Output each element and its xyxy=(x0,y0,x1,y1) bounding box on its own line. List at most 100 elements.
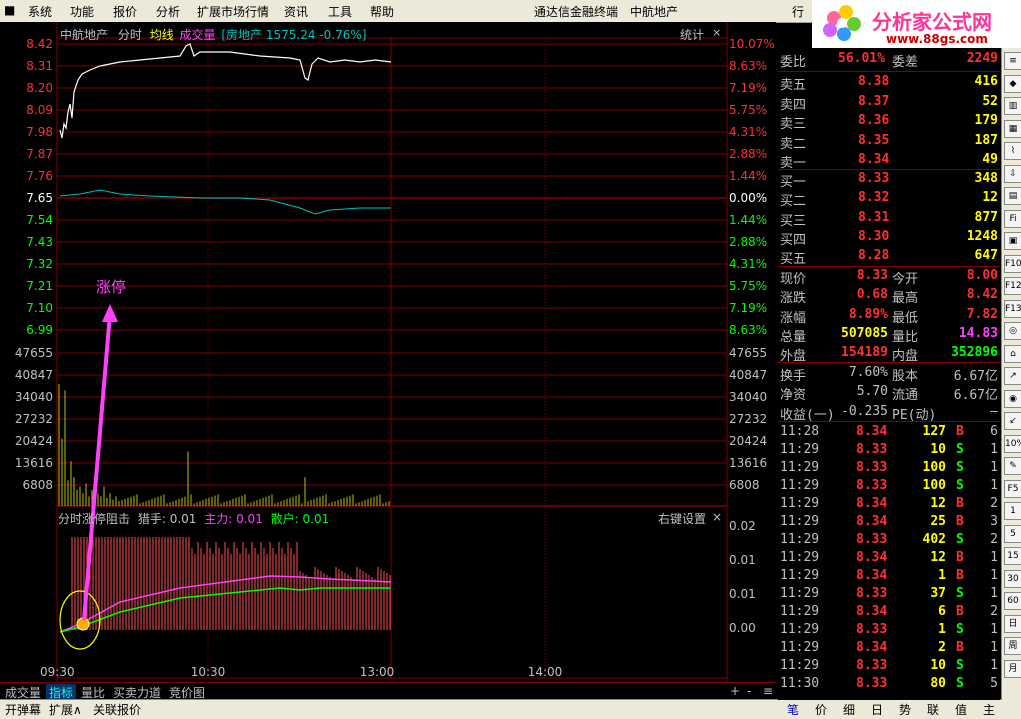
toolbar-button-icon[interactable]: ↗ xyxy=(1004,367,1021,385)
toolbar-button-icon[interactable]: 1 xyxy=(1004,502,1021,520)
toolbar-button-icon[interactable]: ⇩ xyxy=(1004,164,1021,183)
toolbar-button-icon[interactable]: 10% xyxy=(1004,434,1021,453)
danmaku-toggle[interactable]: 开弹幕 xyxy=(2,701,44,718)
toolbar-button-icon[interactable]: ◆ xyxy=(1004,74,1021,93)
toolbar-button-icon[interactable]: ▤ xyxy=(1004,187,1021,205)
sell-level[interactable]: 卖二 8.35 187 xyxy=(778,132,1000,152)
toolbar-button-icon[interactable]: ◉ xyxy=(1004,389,1021,408)
toolbar-button-icon[interactable]: F5 xyxy=(1004,479,1021,498)
tick-row[interactable]: 11:29 8.33 1 S 1 xyxy=(778,621,1000,640)
right-tab[interactable]: 细 xyxy=(840,701,858,718)
menu-function[interactable]: 功能 xyxy=(70,3,94,20)
toolbar-button-icon[interactable]: F12 xyxy=(1004,277,1021,295)
fund-row[interactable]: 收益(一) -0.235 PE(动) — xyxy=(778,403,1000,423)
toolbar-button-icon[interactable]: 30 xyxy=(1004,569,1021,588)
fund-row[interactable]: 换手 7.60% 股本 6.67亿 xyxy=(778,364,1000,384)
buy-level[interactable]: 买五 8.28 647 xyxy=(778,247,1000,267)
sell-level[interactable]: 卖四 8.37 52 xyxy=(778,93,1000,113)
toolbar-button-icon[interactable]: ⌇ xyxy=(1004,142,1021,160)
app-icon[interactable]: ■ xyxy=(4,3,15,17)
tick-row[interactable]: 11:29 8.33 100 S 1 xyxy=(778,459,1000,478)
toolbar-button-icon[interactable]: ↙ xyxy=(1004,412,1021,430)
menu-help[interactable]: 帮助 xyxy=(370,3,394,20)
close-icon[interactable]: × xyxy=(712,26,721,39)
buy-level[interactable]: 买三 8.31 877 xyxy=(778,209,1000,229)
tick-row[interactable]: 11:29 8.33 402 S 2 xyxy=(778,531,1000,550)
menu-lines-button[interactable]: ≡ xyxy=(760,684,776,698)
sell-level[interactable]: 卖五 8.38 416 xyxy=(778,73,1000,93)
intraday-chart-panel[interactable]: 8.42 10.07% 8.31 8.63% 8.20 7.19% 8.09 5.75% 7.9… xyxy=(0,22,776,682)
right-tab[interactable]: 价 xyxy=(812,701,830,718)
menu-analysis[interactable]: 分析 xyxy=(156,3,180,20)
separator xyxy=(778,71,1000,72)
tick-row[interactable]: 11:29 8.34 12 B 1 xyxy=(778,549,1000,568)
toolbar-button-icon[interactable]: 周 xyxy=(1004,637,1021,655)
window-button[interactable]: 行 xyxy=(792,3,804,20)
menu-tools[interactable]: 工具 xyxy=(328,3,352,20)
chart-mode[interactable]: 分时 xyxy=(118,28,142,42)
stat-row[interactable]: 现价 8.33 今开 8.00 xyxy=(778,267,1000,287)
menu-news[interactable]: 资讯 xyxy=(284,3,308,20)
zoom-out-button[interactable]: - xyxy=(744,684,754,698)
toolbar-button-icon[interactable]: ▥ xyxy=(1004,97,1021,115)
pct-axis-label: 8.63% xyxy=(729,323,767,337)
buy-level[interactable]: 买四 8.30 1248 xyxy=(778,228,1000,248)
tick-row[interactable]: 11:28 8.34 127 B 6 xyxy=(778,423,1000,442)
toolbar-button-icon[interactable]: ✎ xyxy=(1004,457,1021,475)
tick-row[interactable]: 11:29 8.34 1 B 1 xyxy=(778,567,1000,586)
indicator-settings-button[interactable]: 右键设置 xyxy=(658,510,706,527)
toolbar-button-icon[interactable]: 月 xyxy=(1004,659,1021,678)
toolbar-button-icon[interactable]: 60 xyxy=(1004,592,1021,610)
toolbar-button-icon[interactable]: 15 xyxy=(1004,547,1021,565)
buy-level[interactable]: 买一 8.33 348 xyxy=(778,170,1000,190)
stats-button[interactable]: 统计 xyxy=(680,26,704,43)
tick-volume: 25 xyxy=(930,514,946,529)
menu-quote[interactable]: 报价 xyxy=(113,3,137,20)
tick-row[interactable]: 11:29 8.34 6 B 2 xyxy=(778,603,1000,622)
site-logo: 分析家公式网 www.88gs.com xyxy=(812,0,1021,48)
tick-row[interactable]: 11:29 8.33 10 S 1 xyxy=(778,441,1000,460)
menu-system[interactable]: 系统 xyxy=(28,3,52,20)
tick-row[interactable]: 11:29 8.34 12 B 2 xyxy=(778,495,1000,514)
right-tab[interactable]: 值 xyxy=(952,701,970,718)
right-tab[interactable]: 笔 xyxy=(784,701,802,718)
pct-axis-label: 7.19% xyxy=(729,81,767,95)
related-quote-button[interactable]: 关联报价 xyxy=(90,701,144,718)
fund-row[interactable]: 净资 5.70 流通 6.67亿 xyxy=(778,383,1000,403)
order-ratio-row[interactable]: 委比 56.01% 委差 2249 xyxy=(778,50,1000,70)
indicator-close-icon[interactable]: × xyxy=(712,510,722,524)
right-tab[interactable]: 势 xyxy=(896,701,914,718)
stat-row[interactable]: 外盘 154189 内盘 352896 xyxy=(778,344,1000,364)
buy-level[interactable]: 买二 8.32 12 xyxy=(778,189,1000,209)
zoom-in-button[interactable]: + xyxy=(727,684,743,698)
tick-row[interactable]: 11:29 8.34 25 B 3 xyxy=(778,513,1000,532)
toolbar-button-icon[interactable]: ▣ xyxy=(1004,232,1021,250)
toolbar-button-icon[interactable]: ⌂ xyxy=(1004,344,1021,363)
toolbar-button-icon[interactable]: 日 xyxy=(1004,614,1021,633)
toolbar-button-icon[interactable]: Fi xyxy=(1004,209,1021,228)
toolbar-button-icon[interactable]: 5 xyxy=(1004,524,1021,543)
level-volume: 348 xyxy=(974,171,998,186)
sell-level[interactable]: 卖一 8.34 49 xyxy=(778,151,1000,171)
stat-row[interactable]: 涨幅 8.89% 最低 7.82 xyxy=(778,306,1000,326)
stat-row[interactable]: 涨跌 0.68 最高 8.42 xyxy=(778,286,1000,306)
tick-row[interactable]: 11:29 8.33 10 S 1 xyxy=(778,657,1000,676)
toolbar-button-icon[interactable]: ▦ xyxy=(1004,119,1021,138)
right-tab[interactable]: 主 xyxy=(980,701,998,718)
stat-row[interactable]: 总量 507085 量比 14.83 xyxy=(778,325,1000,345)
tick-row[interactable]: 11:30 8.33 80 S 5 xyxy=(778,675,1000,694)
menu-ext-market[interactable]: 扩展市场行情 xyxy=(197,3,269,20)
tick-row[interactable]: 11:29 8.34 2 B 1 xyxy=(778,639,1000,658)
right-tab[interactable]: 日 xyxy=(868,701,886,718)
tick-row[interactable]: 11:29 8.33 100 S 1 xyxy=(778,477,1000,496)
toolbar-button-icon[interactable]: ≡ xyxy=(1004,52,1021,70)
toolbar-button-icon[interactable]: F10 xyxy=(1004,254,1021,273)
right-tab[interactable]: 联 xyxy=(924,701,942,718)
toolbar-button-icon[interactable]: ◎ xyxy=(1004,322,1021,340)
limit-up-annotation: 涨停 xyxy=(96,278,127,296)
tick-row[interactable]: 11:29 8.33 37 S 1 xyxy=(778,585,1000,604)
expand-button[interactable]: 扩展∧ xyxy=(46,701,85,718)
sell-level[interactable]: 卖三 8.36 179 xyxy=(778,112,1000,132)
toolbar-button-icon[interactable]: F13 xyxy=(1004,299,1021,318)
price-axis-label: 7.43 xyxy=(26,235,53,249)
